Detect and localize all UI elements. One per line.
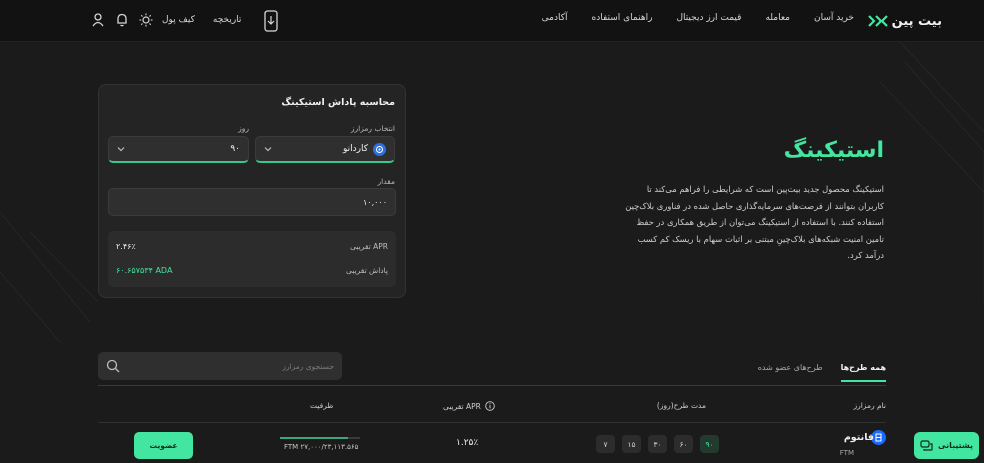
search-icon xyxy=(106,359,120,373)
nav-guide[interactable]: راهنمای استفاده xyxy=(592,13,653,23)
duration-option-7[interactable]: ۷ xyxy=(596,435,615,453)
history-link[interactable]: تاریخچه xyxy=(213,15,242,25)
duration-option-30[interactable]: ۳۰ xyxy=(648,435,667,453)
calculator-title: محاسبه پاداش استیکینگ xyxy=(281,97,395,108)
col-header-duration: مدت طرح(روز) xyxy=(657,401,706,410)
col-header-apr: APR تقریبی xyxy=(443,401,495,411)
tabs-divider xyxy=(98,385,886,386)
page-description: استیکینگ محصول جدید بیت‌پین است که شرایط… xyxy=(625,184,884,260)
capacity-text: FTM ۲۷,۰۰۰/۲۳,۱۱۳.۵۶۵ xyxy=(284,443,359,451)
nav-academy[interactable]: آکادمی xyxy=(542,13,568,23)
col-apr-label: APR تقریبی xyxy=(443,401,481,411)
brand[interactable]: بیت پین xyxy=(867,11,942,31)
col-duration-label: مدت طرح(روز) xyxy=(656,401,706,410)
plan-apr-value: ۱.۲۵٪ xyxy=(456,438,479,448)
wallet-link[interactable]: کیف پول xyxy=(162,15,195,25)
duration-options: ۷ ۱۵ ۳۰ ۶۰ ۹۰ xyxy=(596,435,719,453)
nav-easy-buy[interactable]: خرید آسان xyxy=(814,13,854,23)
app-download-icon[interactable] xyxy=(263,10,279,36)
amount-input[interactable]: ۱۰,۰۰۰ xyxy=(108,188,396,216)
chevron-down-icon xyxy=(264,147,272,152)
coin-select-label: انتخاب رمزارز xyxy=(350,124,395,133)
join-button[interactable]: عضویت xyxy=(134,432,193,459)
nav-trade[interactable]: معامله xyxy=(765,13,790,23)
amount-label: مقدار xyxy=(377,177,395,186)
duration-option-15[interactable]: ۱۵ xyxy=(622,435,641,453)
days-select-label: روز xyxy=(238,124,249,133)
col-name-label: نام رمزارز xyxy=(853,401,886,410)
theme-sun-icon[interactable] xyxy=(138,12,154,28)
reward-result-value: ۶۰.۶۵۷۵۳۴ ADA xyxy=(116,265,173,275)
days-select[interactable]: ۹۰ xyxy=(108,136,249,163)
days-select-value: ۹۰ xyxy=(230,144,240,154)
amount-input-value: ۱۰,۰۰۰ xyxy=(362,197,387,207)
apr-result-row: APR تقریبی ۲.۴۶٪ xyxy=(116,239,388,253)
search-placeholder: جستجوی رمزارز xyxy=(282,361,334,371)
coin-select-value: کاردانو xyxy=(342,142,386,156)
support-button[interactable]: پشتیبانی xyxy=(914,432,979,459)
coin-name: فانتوم xyxy=(843,432,874,443)
staking-calculator-card: محاسبه پاداش استیکینگ انتخاب رمزارز روز … xyxy=(98,84,406,298)
main-nav: خرید آسان معامله قیمت ارز دیجیتال راهنما… xyxy=(542,13,854,23)
duration-option-60[interactable]: ۶۰ xyxy=(674,435,693,453)
header-tools: کیف پول تاریخچه xyxy=(90,10,259,30)
bitpin-logo-icon xyxy=(867,15,888,27)
col-header-capacity: ظرفیت xyxy=(310,401,333,410)
coin-symbol: FTM xyxy=(839,449,854,457)
top-navbar: بیت پین خرید آسان معامله قیمت ارز دیجیتا… xyxy=(0,0,984,42)
coin-name: کاردانو xyxy=(342,144,368,154)
apr-result-label: APR تقریبی xyxy=(350,241,388,251)
tab-joined-plans[interactable]: طرح‌های عضو شده xyxy=(758,363,823,382)
chevron-down-icon xyxy=(117,147,125,152)
calculator-results: APR تقریبی ۲.۴۶٪ پاداش تقریبی ۶۰.۶۵۷۵۳۴ … xyxy=(108,231,396,287)
duration-option-90[interactable]: ۹۰ xyxy=(700,435,719,453)
info-icon[interactable] xyxy=(485,401,495,411)
chat-icon xyxy=(920,439,933,451)
coin-search-input[interactable]: جستجوی رمزارز xyxy=(98,352,342,380)
reward-result-row: پاداش تقریبی ۶۰.۶۵۷۵۳۴ ADA xyxy=(116,263,388,277)
col-header-name: نام رمزارز xyxy=(853,401,886,410)
support-label: پشتیبانی xyxy=(937,441,974,450)
brand-name: بیت پین xyxy=(891,13,942,29)
tab-all-plans[interactable]: همه طرح‌ها xyxy=(840,363,886,382)
bell-icon[interactable] xyxy=(114,12,130,28)
table-header-divider xyxy=(98,422,886,423)
capacity-bar-fill xyxy=(280,437,349,439)
apr-result-value: ۲.۴۶٪ xyxy=(116,241,136,251)
plan-tabs: همه طرح‌ها طرح‌های عضو شده xyxy=(758,363,886,382)
cardano-icon xyxy=(373,142,386,156)
page-title: استیکینگ xyxy=(783,138,884,163)
user-icon[interactable] xyxy=(90,12,106,28)
reward-result-label: پاداش تقریبی xyxy=(346,265,388,275)
nav-prices[interactable]: قیمت ارز دیجیتال xyxy=(676,13,741,23)
coin-select[interactable]: کاردانو xyxy=(255,136,395,163)
col-capacity-label: ظرفیت xyxy=(310,401,334,410)
